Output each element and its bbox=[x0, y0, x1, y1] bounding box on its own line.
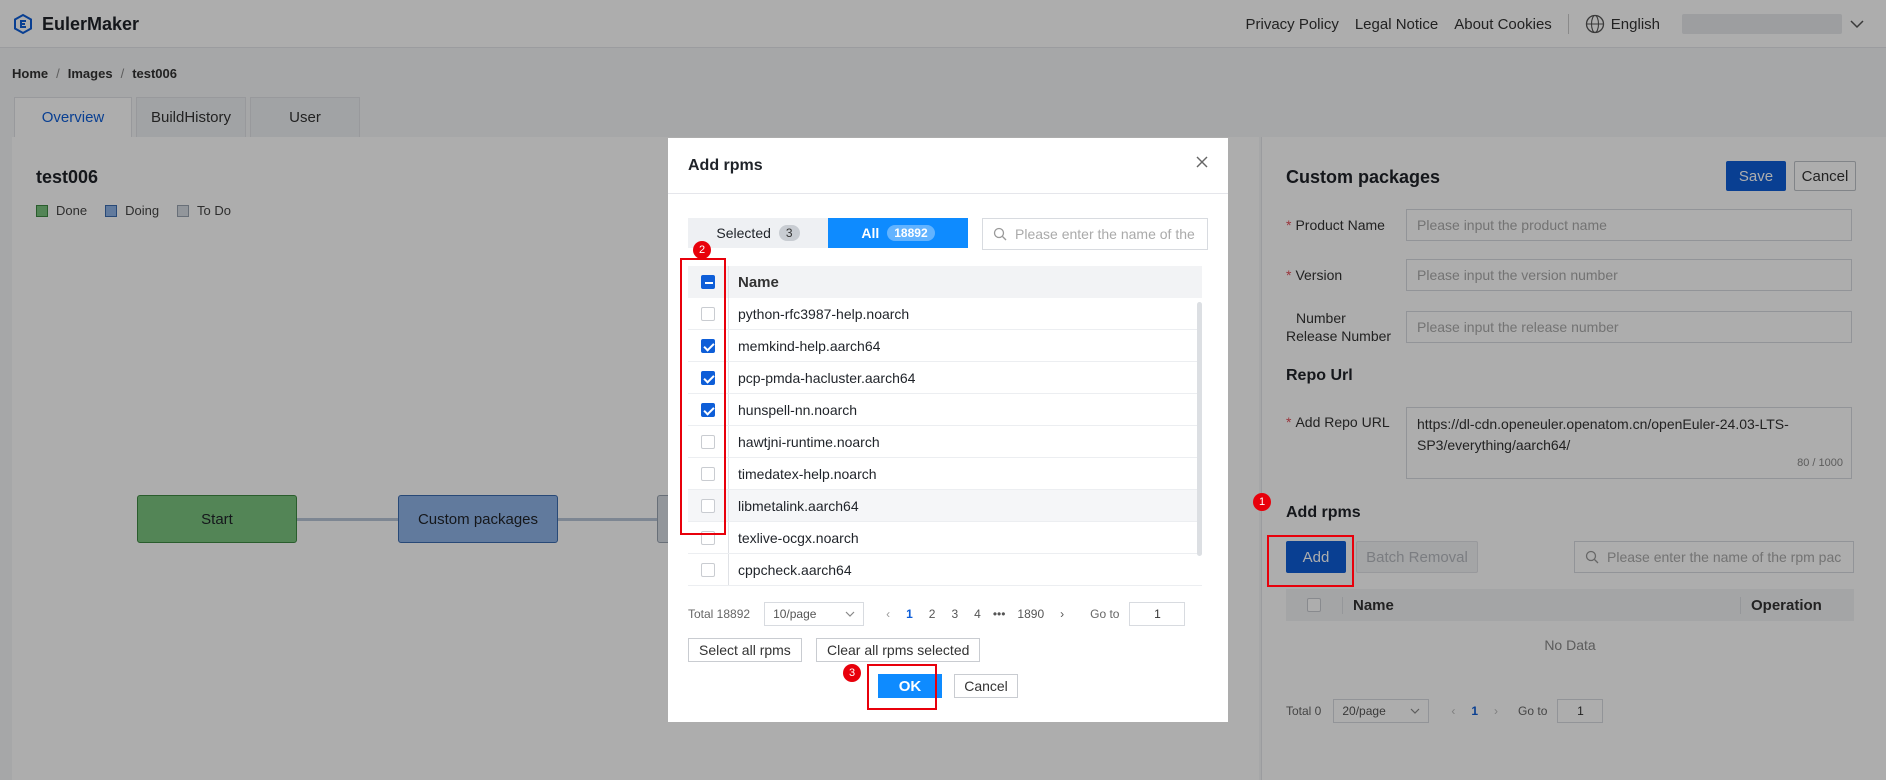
rpm-name: libmetalink.aarch64 bbox=[728, 490, 859, 521]
dialog-search-input[interactable]: Please enter the name of the bbox=[982, 218, 1208, 250]
table-row[interactable]: timedatex-help.noarch bbox=[688, 458, 1202, 490]
annotation-box-3 bbox=[867, 664, 937, 710]
chevron-down-icon bbox=[845, 611, 855, 617]
table-row[interactable]: python-rfc3987-help.noarch bbox=[688, 298, 1202, 330]
goto-input[interactable]: 1 bbox=[1129, 602, 1186, 626]
selected-count-badge: 3 bbox=[778, 225, 800, 241]
dialog-title: Add rpms bbox=[688, 157, 763, 174]
table-header: Name bbox=[688, 266, 1202, 298]
table-scrollbar[interactable] bbox=[1197, 302, 1202, 556]
close-icon[interactable] bbox=[1194, 154, 1210, 170]
next-page-button[interactable]: › bbox=[1052, 607, 1072, 621]
search-icon bbox=[993, 227, 1007, 241]
annotation-box-1 bbox=[1267, 535, 1354, 587]
page-ellipsis[interactable]: ••• bbox=[989, 607, 1010, 621]
total-count: Total 18892 bbox=[688, 607, 751, 621]
rpm-name: hawtjni-runtime.noarch bbox=[728, 426, 880, 457]
rpm-name: hunspell-nn.noarch bbox=[728, 394, 857, 425]
annotation-badge-3: 3 bbox=[843, 664, 861, 682]
page-3[interactable]: 3 bbox=[943, 607, 966, 621]
table-row[interactable]: hunspell-nn.noarch bbox=[688, 394, 1202, 426]
selected-label: Selected bbox=[716, 225, 771, 241]
annotation-badge-2: 2 bbox=[693, 241, 711, 259]
dialog-cancel-button[interactable]: Cancel bbox=[954, 674, 1018, 698]
rpm-name: cppcheck.aarch64 bbox=[728, 554, 852, 585]
all-filter-tab[interactable]: All 18892 bbox=[828, 218, 968, 248]
page-1[interactable]: 1 bbox=[898, 607, 921, 621]
rpm-name: timedatex-help.noarch bbox=[728, 458, 877, 489]
all-label: All bbox=[861, 225, 880, 241]
dialog-divider bbox=[668, 193, 1228, 194]
page-4[interactable]: 4 bbox=[966, 607, 989, 621]
table-row[interactable]: libmetalink.aarch64 bbox=[688, 490, 1202, 522]
table-row[interactable]: cppcheck.aarch64 bbox=[688, 554, 1202, 586]
annotation-box-2 bbox=[680, 258, 726, 535]
page-size-select[interactable]: 10/page bbox=[764, 602, 865, 626]
page-last[interactable]: 1890 bbox=[1009, 607, 1052, 621]
clear-all-rpms-button[interactable]: Clear all rpms selected bbox=[816, 638, 981, 662]
dialog-pagination: Total 18892 10/page ‹ 1 2 3 4 ••• 1890 ›… bbox=[688, 602, 1186, 626]
selection-filter: Selected 3 All 18892 bbox=[688, 218, 968, 248]
column-name: Name bbox=[728, 266, 779, 298]
rpm-name: python-rfc3987-help.noarch bbox=[728, 298, 909, 329]
table-row[interactable]: texlive-ocgx.noarch bbox=[688, 522, 1202, 554]
row-checkbox[interactable] bbox=[701, 562, 715, 577]
add-rpms-dialog: Add rpms Selected 3 All 18892 Please ent… bbox=[668, 138, 1228, 722]
prev-page-button[interactable]: ‹ bbox=[878, 607, 898, 621]
rpm-name: memkind-help.aarch64 bbox=[728, 330, 880, 361]
table-row[interactable]: hawtjni-runtime.noarch bbox=[688, 426, 1202, 458]
table-row[interactable]: pcp-pmda-hacluster.aarch64 bbox=[688, 362, 1202, 394]
rpm-name: texlive-ocgx.noarch bbox=[728, 522, 859, 553]
table-row[interactable]: memkind-help.aarch64 bbox=[688, 330, 1202, 362]
annotation-badge-1: 1 bbox=[1253, 493, 1271, 511]
rpm-list-table: Name python-rfc3987-help.noarch memkind-… bbox=[688, 266, 1202, 586]
page-2[interactable]: 2 bbox=[921, 607, 944, 621]
search-placeholder: Please enter the name of the bbox=[1015, 226, 1195, 242]
all-count-badge: 18892 bbox=[887, 225, 935, 241]
select-all-rpms-button[interactable]: Select all rpms bbox=[688, 638, 802, 662]
goto-label: Go to bbox=[1090, 607, 1120, 621]
rpm-name: pcp-pmda-hacluster.aarch64 bbox=[728, 362, 915, 393]
